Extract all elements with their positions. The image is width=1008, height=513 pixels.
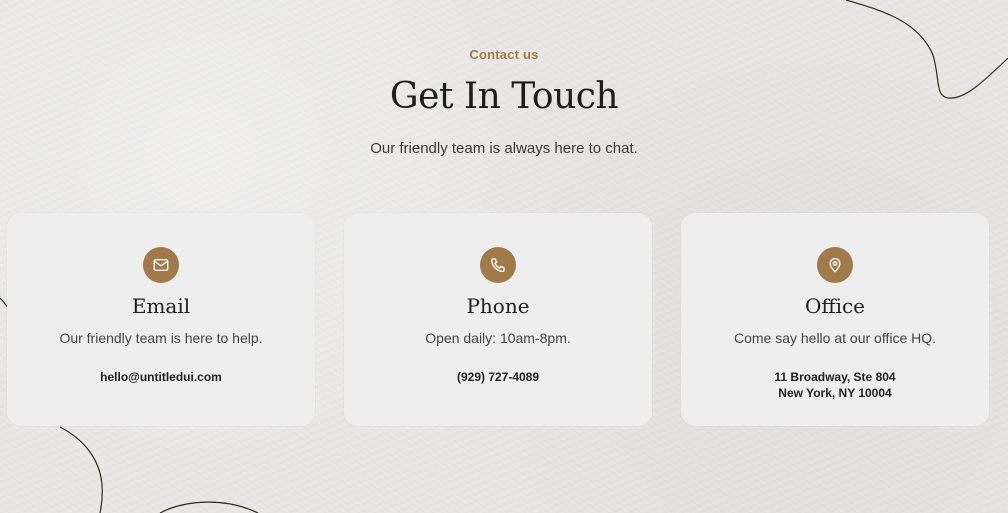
email-card-title: Email <box>131 294 191 318</box>
page-subtitle: Our friendly team is always here to chat… <box>370 140 638 157</box>
office-address[interactable]: 11 Broadway, Ste 804 New York, NY 10004 <box>681 369 989 401</box>
map-pin-icon <box>817 247 853 283</box>
email-address[interactable]: hello@untitledui.com <box>7 369 315 385</box>
phone-card-description: Open daily: 10am-8pm. <box>425 330 571 346</box>
page-title: Get In Touch <box>389 76 619 117</box>
email-card-description: Our friendly team is here to help. <box>59 330 263 346</box>
email-card: Email Our friendly team is here to help.… <box>7 213 315 426</box>
phone-card: Phone Open daily: 10am-8pm. (929) 727-40… <box>344 213 652 426</box>
phone-number-text[interactable]: (929) 727-4089 <box>344 369 652 385</box>
mail-icon <box>143 247 179 283</box>
section-eyebrow: Contact us <box>469 47 539 62</box>
office-card-description: Come say hello at our office HQ. <box>733 330 937 346</box>
office-address-line-1[interactable]: 11 Broadway, Ste 804 <box>681 369 989 385</box>
phone-icon <box>480 247 516 283</box>
office-address-line-2[interactable]: New York, NY 10004 <box>681 385 989 401</box>
office-card-title: Office <box>804 294 866 318</box>
email-address-text[interactable]: hello@untitledui.com <box>7 369 315 385</box>
office-card: Office Come say hello at our office HQ. … <box>681 213 989 426</box>
phone-number[interactable]: (929) 727-4089 <box>344 369 652 385</box>
phone-card-title: Phone <box>466 294 530 318</box>
